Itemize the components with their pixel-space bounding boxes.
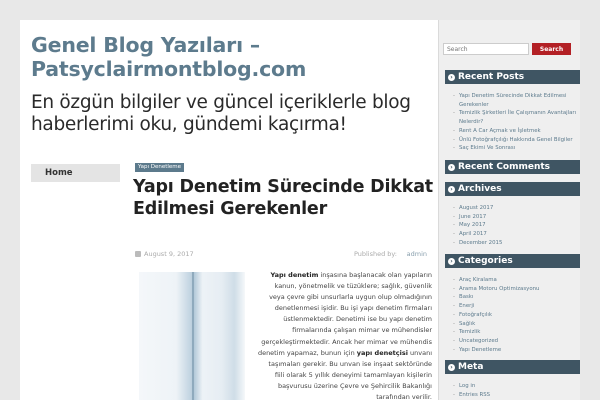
list-item[interactable]: August 2017 bbox=[453, 204, 579, 213]
circle-arrow-icon: › bbox=[448, 258, 455, 265]
list-item[interactable]: Fotoğrafçılık bbox=[453, 311, 579, 320]
post-meta: August 9, 2017 Published by: admin bbox=[135, 250, 427, 260]
circle-arrow-icon: › bbox=[448, 164, 455, 171]
post-body-segment: Yapı denetim bbox=[270, 271, 319, 279]
calendar-icon bbox=[135, 251, 141, 257]
post-featured-image bbox=[139, 272, 245, 400]
circle-arrow-icon: › bbox=[448, 186, 455, 193]
list-item[interactable]: Saç Ekimi Ve Sonrası bbox=[453, 144, 579, 153]
list-item[interactable]: Log in bbox=[453, 382, 579, 391]
list-item[interactable]: April 2017 bbox=[453, 230, 579, 239]
post-body-segment: yapı denetçisi bbox=[356, 348, 408, 357]
list-item[interactable]: Temizlik bbox=[453, 328, 579, 337]
meta-list: Log in Entries RSS bbox=[453, 382, 579, 399]
post-body: Yapı denetim inşasına başlanacak olan ya… bbox=[257, 270, 432, 400]
list-item[interactable]: Enerji bbox=[453, 302, 579, 311]
search-input[interactable] bbox=[443, 43, 529, 55]
recent-posts-title: Recent Posts bbox=[458, 72, 525, 82]
post-author-link[interactable]: admin bbox=[407, 250, 427, 258]
list-item[interactable]: June 2017 bbox=[453, 213, 579, 222]
list-item[interactable]: Araç Kiralama bbox=[453, 276, 579, 285]
list-item[interactable]: Arama Motoru Optimizasyonu bbox=[453, 285, 579, 294]
published-by-label: Published by: bbox=[353, 250, 397, 258]
meta-header: › Meta bbox=[445, 360, 580, 374]
archives-title: Archives bbox=[458, 184, 502, 194]
list-item[interactable]: Sağlık bbox=[453, 320, 579, 329]
recent-posts-list: Yapı Denetim Sürecinde Dikkat Edilmesi G… bbox=[453, 92, 579, 153]
main-nav: Home bbox=[31, 164, 120, 182]
list-item[interactable]: Yapı Denetim Sürecinde Dikkat Edilmesi G… bbox=[453, 92, 579, 109]
main-content: Genel Blog Yazıları – Patsyclairmontblog… bbox=[20, 20, 438, 400]
categories-header: › Categories bbox=[445, 254, 580, 268]
site-description: En özgün bilgiler ve güncel içeriklerle … bbox=[31, 92, 411, 135]
archives-list: August 2017 June 2017 May 2017 April 201… bbox=[453, 204, 579, 248]
list-item[interactable]: Ünlü Fotoğrafçılığı Hakkında Genel Bilgi… bbox=[453, 136, 579, 145]
categories-list: Araç Kiralama Arama Motoru Optimizasyonu… bbox=[453, 276, 579, 354]
list-item[interactable]: Yapı Denetleme bbox=[453, 346, 579, 355]
nav-item-home[interactable]: Home bbox=[45, 168, 73, 178]
recent-comments-header: › Recent Comments bbox=[445, 160, 580, 174]
post-title[interactable]: Yapı Denetim Sürecinde Dikkat Edilmesi G… bbox=[133, 177, 433, 220]
search-button[interactable]: Search bbox=[532, 43, 571, 55]
sidebar: Search ›Recent Posts Yapı Denetim Süreci… bbox=[438, 20, 580, 400]
list-item[interactable]: Entries RSS bbox=[453, 391, 579, 400]
list-item[interactable]: Temizlik Şirketleri İle Çalışmanın Avant… bbox=[453, 109, 579, 126]
recent-comments-title: Recent Comments bbox=[458, 162, 551, 172]
list-item[interactable]: Rent A Car Açmak ve İşletmek bbox=[453, 127, 579, 136]
archives-header: › Archives bbox=[445, 182, 580, 196]
list-item[interactable]: Uncategorized bbox=[453, 337, 579, 346]
list-item[interactable]: December 2015 bbox=[453, 239, 579, 248]
categories-title: Categories bbox=[458, 256, 513, 266]
site-title[interactable]: Genel Blog Yazıları – Patsyclairmontblog… bbox=[31, 33, 431, 81]
recent-posts-header: › Recent Posts bbox=[445, 70, 580, 84]
circle-arrow-icon: › bbox=[448, 74, 455, 81]
circle-arrow-icon: › bbox=[448, 364, 455, 371]
post-date: August 9, 2017 bbox=[144, 250, 194, 258]
post-category-badge[interactable]: Yapı Denetleme bbox=[135, 163, 185, 172]
meta-title: Meta bbox=[458, 362, 484, 372]
list-item[interactable]: Baskı bbox=[453, 293, 579, 302]
list-item[interactable]: May 2017 bbox=[453, 221, 579, 230]
post-body-segment: inşasına başlanacak olan yapıların kanun… bbox=[257, 271, 432, 357]
